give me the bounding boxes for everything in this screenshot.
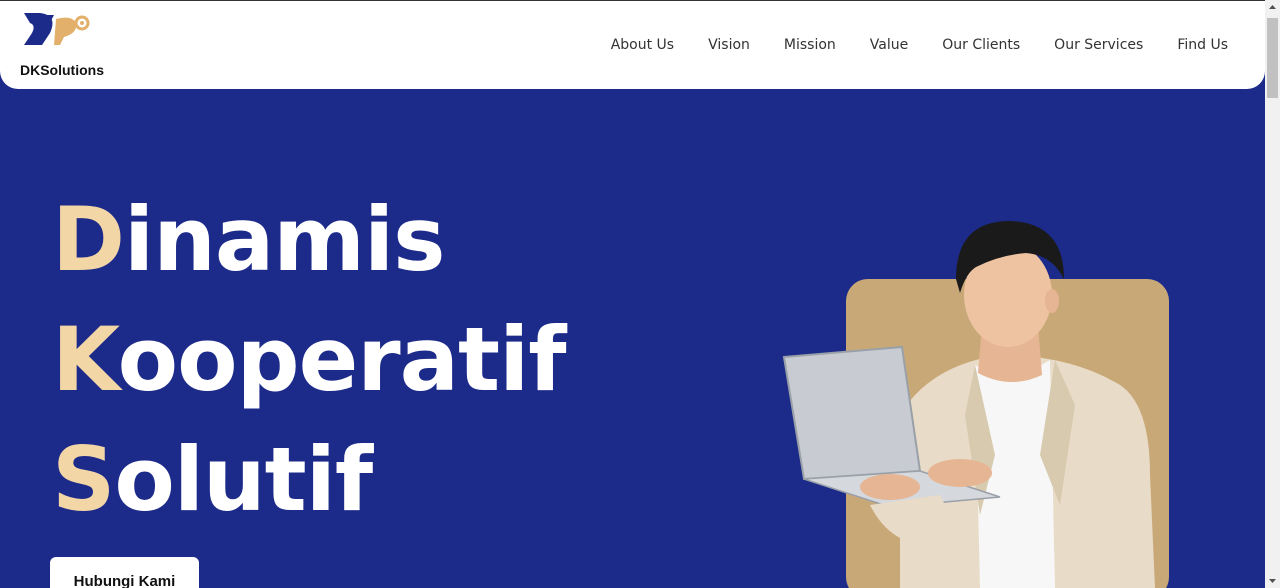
hero-rest-kooperatif: ooperatif	[117, 308, 567, 411]
hero-line-dinamis: Dinamis	[52, 196, 445, 284]
hero-line-solutif: Solutif	[52, 436, 373, 524]
scroll-up-arrow-icon[interactable]	[1265, 0, 1280, 15]
site-header: DKSolutions About Us Vision Mission Valu…	[0, 0, 1265, 89]
nav-mission[interactable]: Mission	[784, 37, 836, 53]
dk-logo-icon[interactable]	[20, 11, 110, 51]
nav-value[interactable]: Value	[870, 37, 908, 53]
hero-rest-solutif: olutif	[114, 428, 373, 531]
hubungi-kami-button[interactable]: Hubungi Kami	[50, 557, 199, 588]
brand-name[interactable]: DKSolutions	[20, 62, 104, 78]
nav-vision[interactable]: Vision	[708, 37, 750, 53]
scroll-down-arrow-icon[interactable]	[1265, 573, 1280, 588]
nav-our-services[interactable]: Our Services	[1054, 37, 1143, 53]
hero-person-with-laptop-image	[782, 221, 1155, 588]
hero-cap-s: S	[52, 428, 115, 531]
hero-cap-k: K	[52, 308, 119, 411]
nav-find-us[interactable]: Find Us	[1177, 37, 1228, 53]
hero-line-kooperatif: Kooperatif	[52, 316, 567, 404]
page-scrollbar[interactable]	[1265, 0, 1280, 588]
page: DKSolutions About Us Vision Mission Valu…	[0, 0, 1265, 588]
hero-rest-dinamis: inamis	[124, 188, 445, 291]
hero-cap-d: D	[52, 188, 125, 291]
scroll-thumb[interactable]	[1267, 18, 1278, 98]
main-nav: About Us Vision Mission Value Our Client…	[577, 37, 1228, 53]
nav-our-clients[interactable]: Our Clients	[942, 37, 1020, 53]
nav-about-us[interactable]: About Us	[611, 37, 674, 53]
